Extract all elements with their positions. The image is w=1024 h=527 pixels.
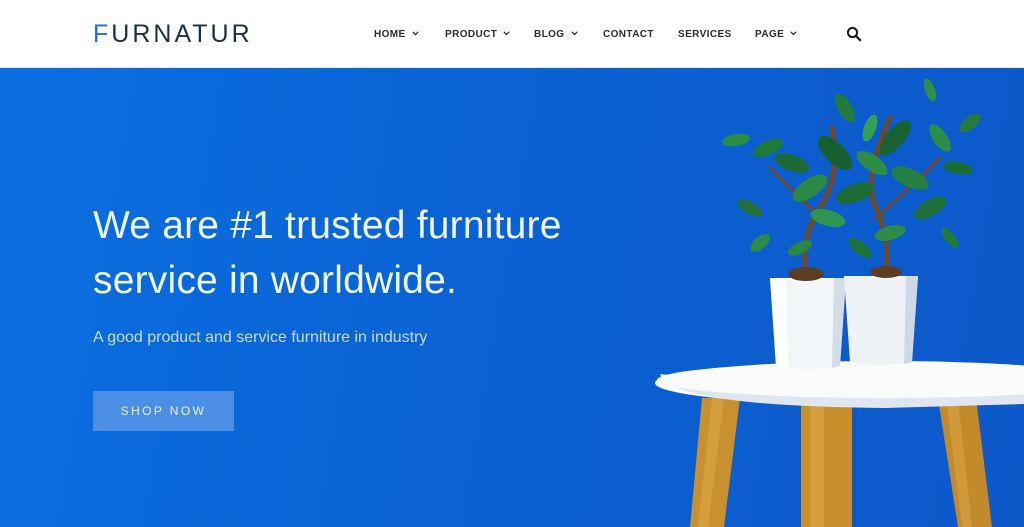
nav-label: SERVICES (678, 29, 732, 40)
nav-label: PRODUCT (445, 29, 498, 40)
plant-leaves (722, 78, 981, 259)
nav-item-page[interactable]: PAGE (755, 28, 797, 42)
chevron-down-icon (570, 31, 578, 36)
table-legs (690, 398, 992, 527)
site-header: FURNATUR HOME PRODUCT BLOG CONTACT SERVI… (0, 0, 1024, 68)
shop-now-button[interactable]: SHOP NOW (93, 391, 234, 431)
chevron-down-icon (411, 31, 419, 36)
nav-item-blog[interactable]: BLOG (534, 28, 578, 42)
hero-title-line: We are #1 trusted furniture (93, 204, 562, 247)
logo-text: URNATUR (111, 20, 253, 48)
nav-label: HOME (374, 29, 406, 40)
search-icon[interactable] (846, 26, 862, 42)
nav-item-product[interactable]: PRODUCT (445, 28, 510, 42)
nav-item-services[interactable]: SERVICES (678, 28, 732, 42)
logo[interactable]: FURNATUR (93, 20, 253, 48)
nav-item-contact[interactable]: CONTACT (603, 28, 654, 42)
hero-title-line: service in worldwide. (93, 259, 457, 302)
chevron-down-icon (790, 31, 797, 36)
logo-initial: F (93, 20, 112, 48)
plant-pots (770, 276, 918, 369)
chevron-down-icon (503, 31, 510, 36)
hero-title: We are #1 trusted furniture service in w… (93, 198, 653, 308)
hero-banner: We are #1 trusted furniture service in w… (0, 68, 1024, 527)
nav-label: CONTACT (603, 29, 654, 40)
nav-item-home[interactable]: HOME (374, 28, 419, 42)
nav-label: PAGE (755, 29, 785, 40)
nav-label: BLOG (534, 29, 565, 40)
hero-subtitle: A good product and service furniture in … (93, 329, 428, 346)
plant-table-image (655, 78, 1024, 527)
